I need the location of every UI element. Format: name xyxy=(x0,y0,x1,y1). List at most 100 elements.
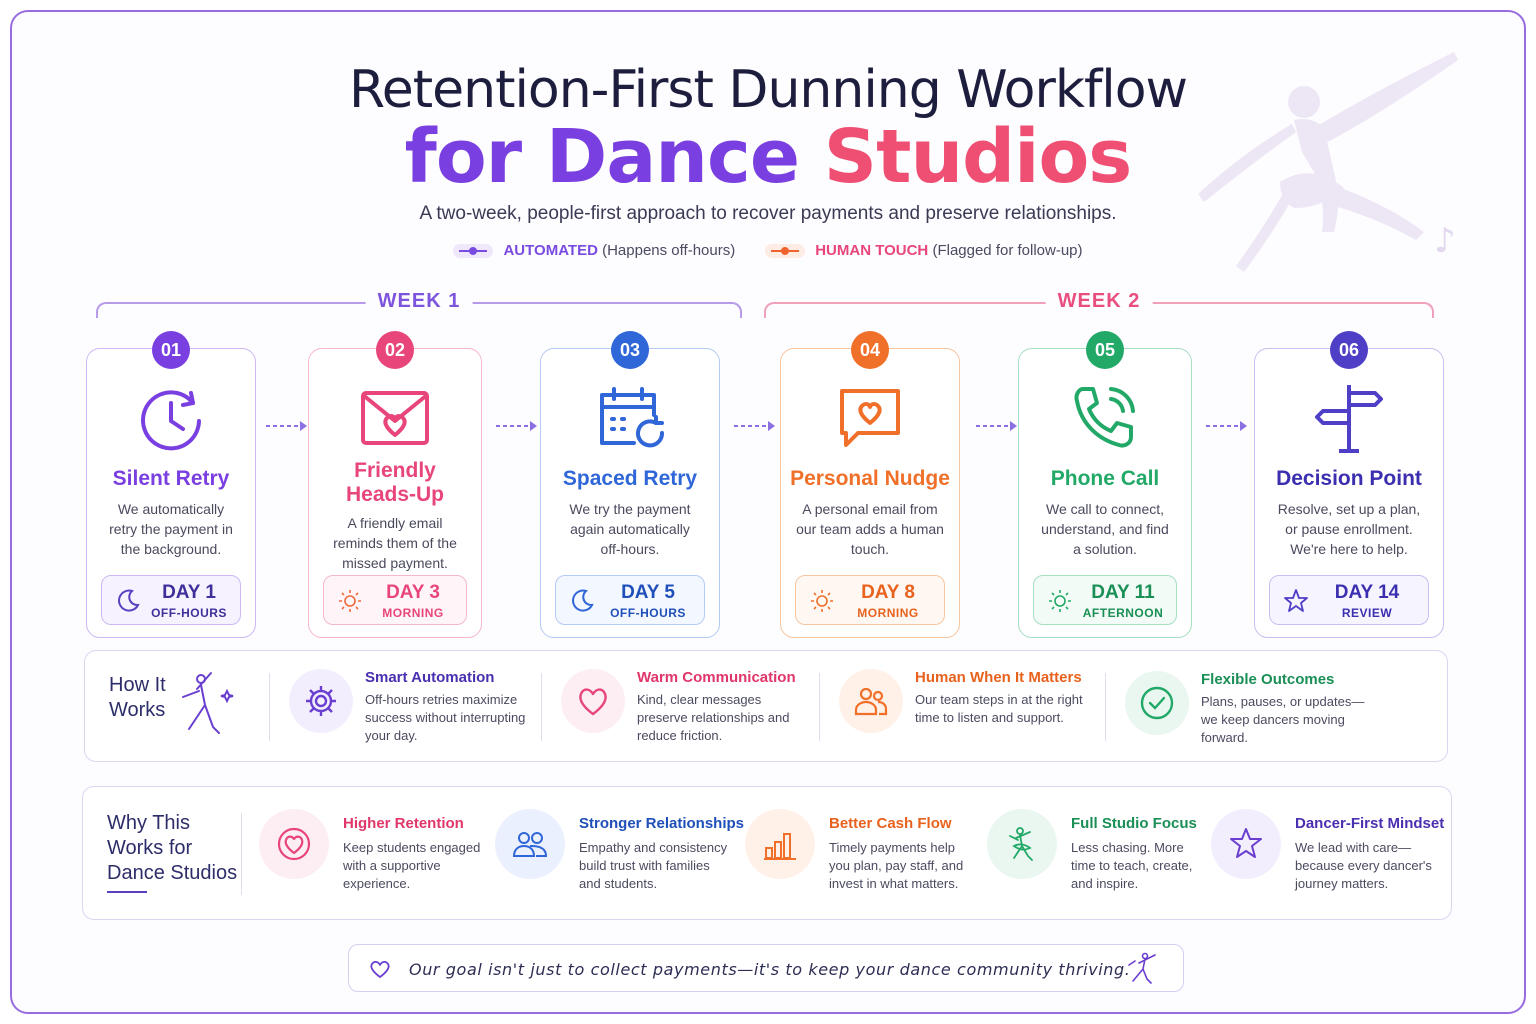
page-subtitle: A two-week, people-first approach to rec… xyxy=(419,203,1117,224)
day-label: DAY 1 xyxy=(162,582,216,603)
benefit-description: We lead with care—because every dancer's… xyxy=(1295,840,1432,891)
human-touch-line-icon xyxy=(765,243,806,258)
infographic-frame: ♪ Retention-First Dunning Workflow for D… xyxy=(10,10,1526,1014)
day-label: DAY 11 xyxy=(1091,582,1155,603)
week-2-bracket: WEEK 2 xyxy=(764,290,1434,318)
dancer-icon xyxy=(1128,952,1156,984)
step-number-badge: 06 xyxy=(1330,331,1368,369)
feature-description: Kind, clear messages preserve relationsh… xyxy=(637,692,790,743)
title-part-dance: for Dance xyxy=(404,114,800,200)
step-title: Phone Call xyxy=(1050,467,1160,490)
day-time: REVIEW xyxy=(1341,606,1393,620)
legend: AUTOMATED (Happens off-hours) HUMAN TOUC… xyxy=(12,242,1524,259)
phone-icon xyxy=(1074,387,1135,448)
legend-key: HUMAN TOUCH xyxy=(815,242,929,259)
star-icon xyxy=(1284,589,1308,612)
clock-retry-icon xyxy=(141,390,201,451)
signpost-icon xyxy=(1315,385,1383,453)
benefit-title: Stronger Relationships xyxy=(579,815,745,832)
step-description: Resolve, set up a plan, or pause enrollm… xyxy=(1277,501,1421,557)
people-icon xyxy=(512,832,548,857)
step-number-badge: 01 xyxy=(152,331,190,369)
day-label: DAY 3 xyxy=(386,582,440,603)
check-circle-icon xyxy=(1140,686,1174,720)
benefit-description: Timely payments help you plan, pay staff… xyxy=(829,840,964,891)
week-1-bracket: WEEK 1 xyxy=(96,290,742,318)
day-badge: DAY 8 MORNING xyxy=(795,575,945,625)
step-card-friendly-heads-up: 02 Friendly Heads-Up A friendly email rem… xyxy=(308,331,482,638)
day-badge: DAY 11 AFTERNOON xyxy=(1033,575,1177,625)
automated-line-icon xyxy=(453,243,494,258)
flow-arrow-icon xyxy=(734,421,775,431)
how-it-works-panel: How It Works Smart Automation Off-hours r… xyxy=(84,650,1448,762)
step-number-badge: 03 xyxy=(611,331,649,369)
moon-icon xyxy=(118,589,140,612)
week-label: WEEK 2 xyxy=(1045,290,1153,313)
dancer-icon xyxy=(1009,827,1033,861)
panel-title: How It Works xyxy=(109,674,166,721)
benefit-title: Dancer-First Mindset xyxy=(1295,815,1445,832)
day-badge: DAY 1 OFF-HOURS xyxy=(101,575,241,625)
benefit-description: Empathy and consistency build trust with… xyxy=(579,840,728,891)
gear-icon xyxy=(306,686,336,716)
step-number-badge: 02 xyxy=(376,331,414,369)
day-label: DAY 5 xyxy=(621,582,675,603)
chat-heart-icon xyxy=(840,389,900,447)
bar-chart-icon xyxy=(764,833,796,860)
step-description: We automatically retry the payment in th… xyxy=(109,501,233,557)
flow-arrow-icon xyxy=(496,421,537,431)
day-time: MORNING xyxy=(382,606,444,620)
benefit-title: Full Studio Focus xyxy=(1071,815,1197,832)
feature-title: Human When It Matters xyxy=(915,669,1082,686)
step-card-decision-point: 06 Decision Point Resolve, set up a plan… xyxy=(1254,331,1444,638)
feature-description: Off-hours retries maximize success witho… xyxy=(365,692,526,743)
step-description: A personal email from our team adds a hu… xyxy=(796,501,944,557)
day-badge: DAY 3 MORNING xyxy=(323,575,467,625)
footer-quote-text: Our goal isn't just to collect payments—… xyxy=(409,960,1131,979)
feature-title: Flexible Outcomes xyxy=(1201,671,1335,688)
step-title: Spaced Retry xyxy=(562,467,698,490)
flow-arrow-icon xyxy=(976,421,1017,431)
step-description: We try the payment again automatically o… xyxy=(569,501,691,557)
flow-arrow-icon xyxy=(266,421,307,431)
step-description: We call to connect, understand, and find… xyxy=(1041,501,1169,557)
step-card-personal-nudge: 04 Personal Nudge A personal email from … xyxy=(780,331,960,638)
day-label: DAY 8 xyxy=(861,582,915,603)
sun-icon xyxy=(1049,590,1071,612)
feature-title: Smart Automation xyxy=(365,669,495,686)
page-title: Retention-First Dunning Workflow xyxy=(348,60,1188,120)
step-number-badge: 05 xyxy=(1086,331,1124,369)
benefit-description: Keep students engaged with a supportive … xyxy=(343,840,481,891)
day-time: OFF-HOURS xyxy=(151,606,227,620)
day-time: MORNING xyxy=(857,606,919,620)
legend-key: AUTOMATED xyxy=(503,242,598,259)
heart-icon xyxy=(579,688,607,716)
benefit-description: Less chasing. More time to teach, create… xyxy=(1071,840,1193,891)
legend-human-touch: HUMAN TOUCH (Flagged for follow-up) xyxy=(765,242,1083,259)
people-icon xyxy=(854,687,888,716)
step-card-spaced-retry: 03 Spaced Retry We try the payment again… xyxy=(540,331,720,638)
envelope-heart-icon xyxy=(361,391,429,445)
title-part-studios: Studios xyxy=(799,114,1133,200)
legend-desc: (Flagged for follow-up) xyxy=(928,242,1083,259)
step-description: A friendly email reminds them of the mis… xyxy=(333,515,457,571)
panel-title: Why This Works for Dance Studios xyxy=(107,812,238,884)
page-title-highlight: for Dance Studios xyxy=(12,114,1524,200)
step-title: Friendly Heads-Up xyxy=(345,459,445,506)
dancer-icon xyxy=(182,672,234,734)
day-time: AFTERNOON xyxy=(1082,606,1164,620)
feature-description: Plans, pauses, or updates—we keep dancer… xyxy=(1201,694,1365,745)
benefit-title: Better Cash Flow xyxy=(829,815,952,832)
day-badge: DAY 14 REVIEW xyxy=(1269,575,1429,625)
sun-icon xyxy=(811,590,833,612)
feature-description: Our team steps in at the right time to l… xyxy=(915,692,1083,725)
step-title: Decision Point xyxy=(1276,467,1422,490)
step-title: Silent Retry xyxy=(112,467,230,490)
footer-quote-banner: Our goal isn't just to collect payments—… xyxy=(348,944,1184,992)
step-number-badge: 04 xyxy=(851,331,889,369)
why-this-works-panel: Why This Works for Dance Studios Higher Re… xyxy=(82,786,1452,920)
step-card-phone-call: 05 Phone Call We call to connect, unders… xyxy=(1018,331,1192,638)
calendar-retry-icon xyxy=(600,387,665,448)
sun-icon xyxy=(339,590,361,612)
week-label: WEEK 1 xyxy=(365,290,473,313)
